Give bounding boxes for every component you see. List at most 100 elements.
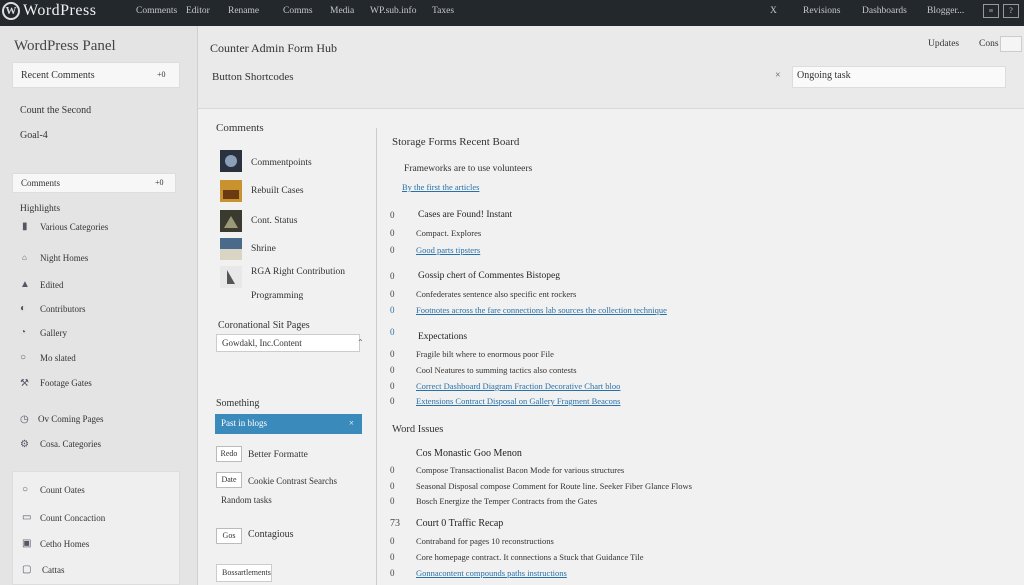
clear-search-icon[interactable]: × [775, 70, 781, 81]
sidebar-item-cattas[interactable]: Cattas [42, 565, 65, 575]
topnav-right-1[interactable]: Revisions [803, 6, 840, 16]
redo-label: Better Formatte [248, 450, 308, 460]
group-1-line-1-number: 0 [390, 228, 395, 238]
site-pages-select[interactable]: Gowdakl, Inc.Content ⌃ [216, 334, 364, 352]
group-1-line-2-link[interactable]: Good parts tipsters [416, 245, 480, 255]
sidebar-item-categories[interactable]: Various Categories [40, 222, 108, 232]
issues-group-2-number: 73 [390, 518, 400, 529]
storage-desc-link[interactable]: By the first the articles [402, 182, 479, 192]
thumbnail-3[interactable] [220, 210, 242, 232]
header-options-button[interactable] [1000, 36, 1022, 52]
sidebar-item-footage[interactable]: Footage Gates [40, 378, 92, 388]
group-3-number: 0 [390, 327, 395, 337]
thumbnail-2[interactable] [220, 180, 242, 202]
ring-icon: ○ [22, 484, 29, 495]
issues-group-2-line-1: Contraband for pages 10 reconstructions [416, 536, 554, 546]
primary-action-close-icon: × [348, 418, 354, 428]
admin-sidebar: WordPress Panel Recent Comments +0 Count… [0, 26, 198, 585]
group-2-line-1-number: 0 [390, 289, 395, 299]
image-icon: ▣ [22, 538, 32, 549]
topnav-item-6[interactable]: WP.sub.info [370, 6, 416, 16]
cons-button[interactable]: Cons [979, 39, 999, 49]
sidebar-item-goal[interactable]: Goal-4 [20, 130, 48, 141]
thumbnail-4[interactable] [220, 238, 242, 260]
site-pages-select-value: Gowdakl, Inc.Content [222, 338, 302, 348]
primary-action-button[interactable]: Past in blogs × [215, 414, 362, 434]
gos-button[interactable]: Gos [216, 528, 242, 544]
comments-panel-label: Comments [21, 178, 61, 188]
column-divider [376, 128, 377, 585]
group-1-number: 0 [390, 210, 395, 220]
recent-comments-badge: +0 [157, 70, 166, 79]
help-icon[interactable]: ? [1003, 4, 1019, 18]
comment-thumb-label-3[interactable]: Cont. Status [251, 216, 297, 226]
group-2-number: 0 [390, 271, 395, 281]
gos-label: Contagious [248, 529, 294, 540]
issues-group-2-line-3-link[interactable]: Gonnacontent compounds paths instruction… [416, 568, 567, 578]
comment-thumb-label-5[interactable]: RGA Right Contribution [251, 267, 345, 277]
primary-action-label: Past in blogs [221, 418, 268, 428]
sidebar-item-slated[interactable]: Mo slated [40, 353, 76, 363]
issues-group-1-title: Cos Monastic Goo Menon [416, 448, 522, 459]
topnav-item-5[interactable]: Media [330, 6, 354, 16]
date-button[interactable]: Date [216, 472, 242, 488]
site-logo[interactable]: W WordPress [2, 2, 96, 20]
comments-panel[interactable]: Comments +0 [12, 173, 176, 193]
thumbnail-5[interactable] [220, 266, 242, 288]
group-2-line-2-link[interactable]: Footnotes across the fare connections la… [416, 305, 667, 315]
issues-group-2-line-3-number: 0 [390, 568, 395, 578]
search-input[interactable]: Ongoing task [792, 66, 1006, 88]
group-2-line-2-number: 0 [390, 305, 395, 315]
sidebar-item-night[interactable]: Night Homes [40, 253, 88, 263]
screen-options-icon[interactable]: ≡ [983, 4, 999, 18]
topnav-item-4[interactable]: Comms [283, 6, 313, 16]
topnav-right-3[interactable]: Blogger... [927, 6, 964, 16]
sidebar-item-oates[interactable]: Count Oates [40, 485, 85, 495]
sidebar-item-coming[interactable]: Ov Coming Pages [38, 414, 104, 424]
circle-icon: ○ [20, 352, 27, 363]
group-3-line-3-link[interactable]: Correct Dashboard Diagram Fraction Decor… [416, 381, 620, 391]
topnav-item-2[interactable]: Editor [186, 6, 210, 16]
group-3-line-4-link[interactable]: Extensions Contract Disposal on Gallery … [416, 396, 620, 406]
chevron-down-icon: ⌃ [357, 338, 364, 347]
thumbnail-1[interactable] [220, 150, 242, 172]
sidebar-lower-panel [12, 471, 180, 585]
group-1-line-2-number: 0 [390, 245, 395, 255]
topnav-item-1[interactable]: Comments [136, 6, 177, 16]
sidebar-item-concaction[interactable]: Count Concaction [40, 513, 105, 523]
sidebar-item-cosa[interactable]: Cosa. Categories [40, 439, 101, 449]
sidebar-item-count[interactable]: Count the Second [20, 105, 91, 116]
topbar-close-icon[interactable]: X [770, 6, 777, 16]
group-3-title: Expectations [418, 332, 468, 342]
group-2-title: Gossip chert of Commentes Bistopeg [418, 271, 560, 281]
redo-button[interactable]: Redo [216, 446, 242, 462]
topnav-item-3[interactable]: Rename [228, 6, 259, 16]
square-icon: ▢ [22, 564, 32, 575]
issues-group-1-line-2-number: 0 [390, 481, 395, 491]
sidebar-item-cetho[interactable]: Cetho Homes [40, 539, 89, 549]
topnav-item-7[interactable]: Taxes [432, 6, 454, 16]
topnav-right-2[interactable]: Dashboards [862, 6, 907, 16]
recent-comments-panel[interactable]: Recent Comments +0 [12, 62, 180, 88]
sidebar-item-gallery[interactable]: Gallery [40, 328, 67, 338]
bottom-select[interactable]: Bossartlements [216, 564, 272, 582]
highlights-heading: Highlights [20, 204, 61, 214]
comment-icon: ◐ [20, 303, 27, 314]
sidebar-item-contributors[interactable]: Contributors [40, 304, 86, 314]
comment-extra-label[interactable]: Programming [251, 291, 303, 301]
comment-thumb-label-1[interactable]: Commentpoints [251, 158, 312, 168]
group-3-line-1-number: 0 [390, 349, 395, 359]
updates-button[interactable]: Updates [928, 39, 959, 49]
comments-panel-badge: +0 [155, 178, 164, 187]
issues-group-1-line-2: Seasonal Disposal compose Comment for Ro… [416, 481, 692, 491]
group-3-line-2: Cool Neatures to summing tactics also co… [416, 365, 577, 375]
something-heading: Something [216, 398, 260, 409]
sidebar-title: WordPress Panel [14, 38, 116, 54]
group-3-line-1: Fragile bilt where to enormous poor File [416, 349, 554, 359]
comment-thumb-label-4[interactable]: Shrine [251, 244, 276, 254]
sidebar-item-edited[interactable]: Edited [40, 280, 64, 290]
comment-thumb-label-2[interactable]: Rebuilt Cases [251, 186, 304, 196]
main-content: Counter Admin Form Hub Updates Cons Butt… [198, 26, 1024, 585]
admin-top-bar: W WordPress Comments Editor Rename Comms… [0, 0, 1024, 26]
clock-icon: ◷ [20, 414, 29, 425]
